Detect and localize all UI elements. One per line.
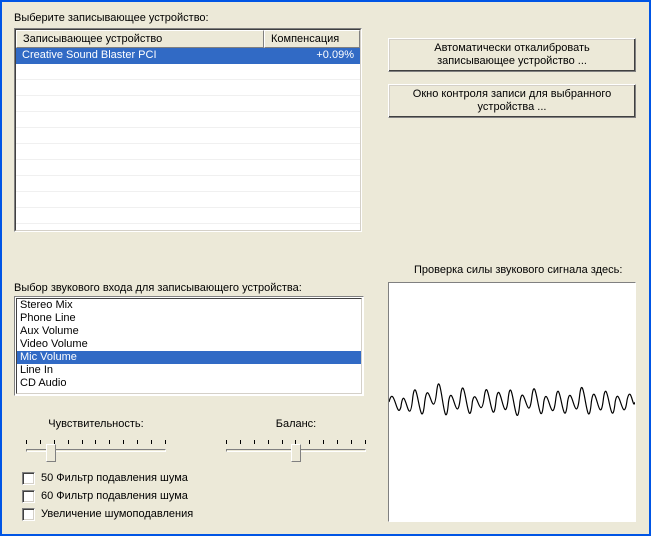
device-name-cell: Creative Sound Blaster PCI — [16, 48, 264, 64]
sensitivity-slider[interactable] — [26, 440, 166, 462]
balance-label: Баланс: — [226, 418, 366, 430]
list-item[interactable]: Stereo Mix — [17, 299, 361, 312]
control-button[interactable]: Окно контроля записи для выбранного устр… — [388, 84, 636, 118]
list-item[interactable]: Phone Line — [17, 312, 361, 325]
filter60-checkbox[interactable] — [22, 490, 35, 503]
signal-label: Проверка силы звукового сигнала здесь: — [414, 264, 622, 276]
col-compensation[interactable]: Компенсация — [264, 30, 360, 48]
list-item[interactable]: Video Volume — [17, 338, 361, 351]
filter50-checkbox[interactable] — [22, 472, 35, 485]
balance-thumb[interactable] — [291, 444, 301, 462]
list-item[interactable]: Mic Volume — [17, 351, 361, 364]
filter50-label: 50 Фильтр подавления шума — [41, 472, 188, 484]
boost-checkbox[interactable] — [22, 508, 35, 521]
device-comp-cell: +0.09% — [264, 48, 360, 64]
waveform-display — [388, 282, 636, 522]
filter60-label: 60 Фильтр подавления шума — [41, 490, 188, 502]
sensitivity-label: Чувствительность: — [26, 418, 166, 430]
device-table-header: Записывающее устройство Компенсация — [16, 30, 360, 48]
list-item[interactable]: Aux Volume — [17, 325, 361, 338]
boost-label: Увеличение шумоподавления — [41, 508, 193, 520]
col-device[interactable]: Записывающее устройство — [16, 30, 264, 48]
input-list[interactable]: Stereo MixPhone LineAux VolumeVideo Volu… — [14, 296, 364, 396]
balance-slider[interactable] — [226, 440, 366, 462]
list-item[interactable]: CD Audio — [17, 377, 361, 390]
device-table[interactable]: Записывающее устройство Компенсация Crea… — [14, 28, 362, 232]
table-row[interactable]: Creative Sound Blaster PCI +0.09% — [16, 48, 360, 64]
device-select-label: Выберите записывающее устройство: — [14, 12, 362, 24]
sensitivity-thumb[interactable] — [46, 444, 56, 462]
input-select-label: Выбор звукового входа для записывающего … — [14, 282, 302, 294]
calibrate-button[interactable]: Автоматически откалибровать записывающее… — [388, 38, 636, 72]
list-item[interactable]: Line In — [17, 364, 361, 377]
